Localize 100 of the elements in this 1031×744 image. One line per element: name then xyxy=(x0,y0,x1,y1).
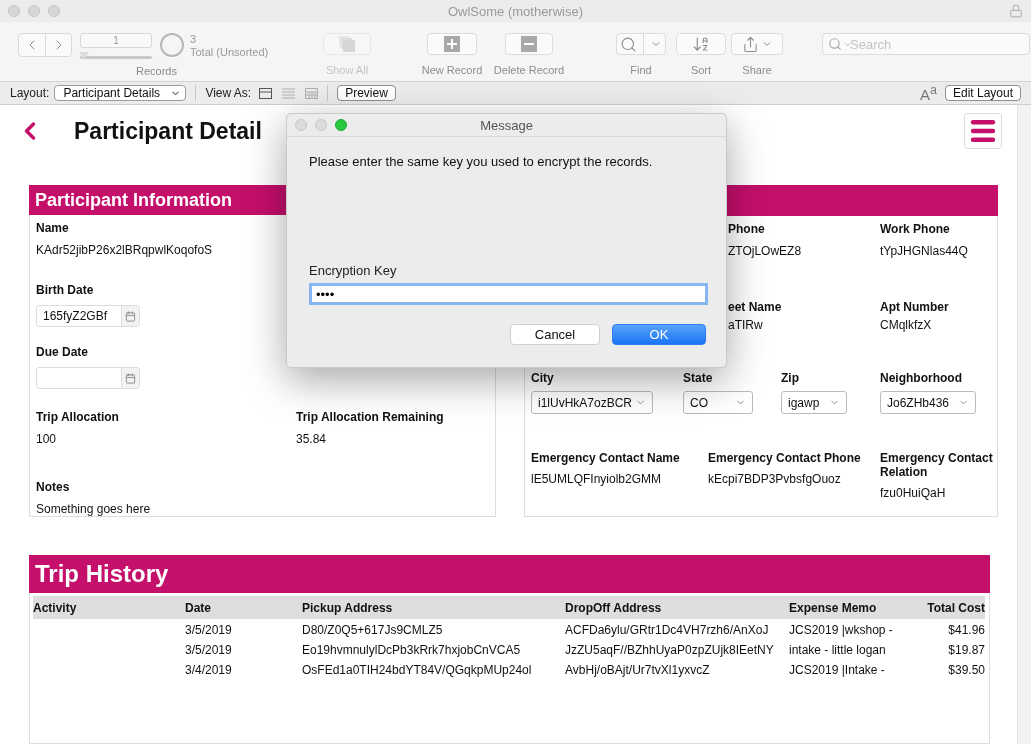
list-view-icon xyxy=(282,87,296,99)
field-value: ZTOjLOwEZ8 xyxy=(728,244,802,258)
field-label: Emergency Contact Relation xyxy=(880,451,993,479)
toolbar-button[interactable] xyxy=(427,33,477,55)
minus-icon xyxy=(521,36,537,52)
table-cell-text: $39.50 xyxy=(947,662,985,679)
table-cell-text: 3/4/2019 xyxy=(185,662,233,679)
view-as-label: View As: xyxy=(205,86,252,100)
field-label: Birth Date xyxy=(36,283,94,297)
field-value: CMqlkfzX xyxy=(880,318,932,332)
dropdown[interactable]: Jo6ZHb436 xyxy=(880,391,976,414)
progress-ring-icon xyxy=(160,33,184,57)
field-label: City xyxy=(531,371,554,385)
plus-icon xyxy=(444,36,460,52)
menu-button[interactable] xyxy=(964,113,1002,149)
toolbar-button[interactable] xyxy=(505,33,553,55)
table-cell-text: 3/5/2019 xyxy=(185,642,233,659)
table-cell-text: OsFEd1a0TIH24bdYT84V/QGqkpMUp24ol xyxy=(302,662,533,679)
field-label: Neighborhood xyxy=(880,371,962,385)
dropdown[interactable]: igawp xyxy=(781,391,847,414)
layout-dropdown[interactable]: Participant Details xyxy=(54,85,187,101)
column-header: Total Cost xyxy=(921,596,985,619)
field-label: Emergency Contact Phone xyxy=(708,451,861,465)
table-cell-text: Eo19hvmnulylDcPb3kRrk7hxjobCnVCA5 xyxy=(302,642,522,659)
dialog-message: Please enter the same key you used to encrypt the records. xyxy=(309,154,654,169)
column-header: Date xyxy=(185,596,302,619)
table-cell-text: $41.96 xyxy=(947,622,985,639)
column-header: DropOff Address xyxy=(565,596,789,619)
found-status: Total (Unsorted) xyxy=(190,46,269,59)
minimize-button[interactable] xyxy=(315,119,327,131)
field-label: Notes xyxy=(36,480,70,494)
dialog-title: Message xyxy=(480,117,533,133)
table-cell-text: JCS2019 |Intake - xyxy=(789,662,886,679)
column-header: Activity xyxy=(33,596,185,619)
calendar-button[interactable] xyxy=(121,368,139,388)
table-cell-text: intake - little logan xyxy=(789,642,887,659)
field-label: Apt Number xyxy=(880,300,949,314)
text-size-icon[interactable]: A$^{a}$ xyxy=(920,83,937,103)
column-header: Pickup Address xyxy=(302,596,565,619)
field-value: 35.84 xyxy=(296,432,327,446)
table-cell-text: JCS2019 |wkshop - xyxy=(789,622,894,639)
table-cell-text: JzZU5aqF//BZhhUyaP0zpZUjk8IEetNY xyxy=(565,642,775,659)
field-value: fzu0HuiQaH xyxy=(880,486,946,500)
toolbar-label: Records xyxy=(136,65,178,77)
close-button[interactable] xyxy=(295,119,307,131)
section-header: Trip History xyxy=(29,555,990,593)
date-field[interactable]: 165fyZ2GBf xyxy=(36,305,140,327)
calendar-button[interactable] xyxy=(121,306,139,326)
pages-icon xyxy=(338,35,356,53)
field-value: tYpJHGNlas44Q xyxy=(880,244,968,258)
calendar-icon xyxy=(125,372,136,384)
lock-icon xyxy=(1009,4,1023,18)
toolbar-label: Sort xyxy=(690,64,712,76)
zoom-button[interactable] xyxy=(335,119,347,131)
toolbar-button[interactable] xyxy=(616,33,666,55)
close-button[interactable] xyxy=(8,5,20,17)
table-cell-text: AvbHj/oBAjt/Ur7tvXl1yxvcZ xyxy=(565,662,711,679)
dropdown[interactable]: CO xyxy=(683,391,753,414)
date-field[interactable] xyxy=(36,367,140,389)
form-view-icon xyxy=(259,87,273,99)
toolbar-label: Share xyxy=(742,64,772,76)
found-count: 3 xyxy=(190,33,198,46)
field-label: Name xyxy=(36,221,69,235)
field-label: Work Phone xyxy=(880,222,950,236)
page-title: Participant Detail xyxy=(74,117,262,145)
toolbar-button[interactable] xyxy=(676,33,726,55)
column-header: Expense Memo xyxy=(789,596,921,619)
field-label: Zip xyxy=(781,371,799,385)
field-label: eet Name xyxy=(728,300,782,314)
preview-button[interactable]: Preview xyxy=(337,85,396,101)
table-cell-text: D80/Z0Q5+617Js9CMLZ5 xyxy=(302,622,444,639)
field-label: Due Date xyxy=(36,345,88,359)
toolbar-button[interactable] xyxy=(731,33,783,55)
field-value: 100 xyxy=(36,432,57,446)
search-icon xyxy=(620,35,637,53)
minimize-button[interactable] xyxy=(28,5,40,17)
field-label: Trip Allocation xyxy=(36,410,119,424)
dialog-button[interactable]: Cancel xyxy=(510,324,600,345)
layout-label: Layout: xyxy=(10,86,50,100)
field-value: kEcpi7BDP3PvbsfgOuoz xyxy=(708,472,841,486)
sort-icon xyxy=(692,35,710,53)
dropdown[interactable]: i1lUvHkA7ozBCR xyxy=(531,391,653,414)
field-value: KAdr52jibP26x2lBRqpwlKoqofoS xyxy=(36,243,213,257)
share-icon xyxy=(741,35,759,53)
field-value: aTIRw xyxy=(728,318,763,332)
view-mode-button[interactable] xyxy=(259,87,273,99)
calendar-icon xyxy=(125,310,136,322)
slider-thumb[interactable] xyxy=(79,52,89,60)
encryption-key-field[interactable]: •••• xyxy=(309,283,708,305)
zoom-button[interactable] xyxy=(48,5,60,17)
edit-layout-button[interactable]: Edit Layout xyxy=(944,85,1021,101)
field-label: Emergency Contact Name xyxy=(531,451,680,465)
field-label: Trip Allocation Remaining xyxy=(296,410,444,424)
table-cell-text: ACFDa6ylu/GRtr1Dc4VH7rzh6/AnXoJ xyxy=(565,622,770,639)
table-cell-text: 3/5/2019 xyxy=(185,622,233,639)
table-view-icon xyxy=(305,87,319,99)
field-label: State xyxy=(683,371,713,385)
field-value: Something goes here xyxy=(36,502,151,516)
window-title: OwlSome (motherwise) xyxy=(447,3,584,19)
field-label: Encryption Key xyxy=(309,263,398,278)
